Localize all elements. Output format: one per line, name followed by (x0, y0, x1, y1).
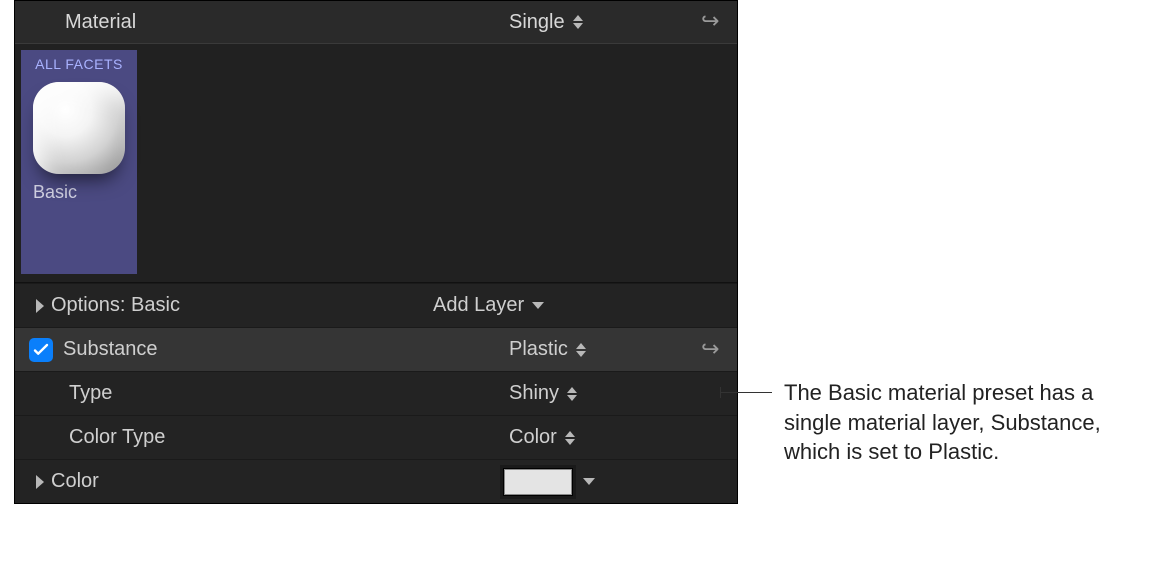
material-preset-name: Basic (21, 182, 137, 203)
material-preset-card[interactable]: ALL FACETS Basic (21, 50, 137, 274)
colortype-row: Color Type Color (15, 415, 737, 459)
options-label: Options: Basic (51, 294, 180, 317)
add-layer-button[interactable]: Add Layer (433, 294, 544, 317)
substance-enabled-checkbox[interactable] (29, 338, 53, 362)
updown-icon (576, 343, 586, 357)
material-header: Material Single ↩ (15, 1, 737, 43)
undo-icon: ↩ (701, 338, 719, 360)
material-thumbnail (33, 82, 125, 174)
chevron-down-icon (532, 302, 544, 309)
facets-label: ALL FACETS (21, 56, 137, 72)
color-menu-chevron-icon[interactable] (583, 478, 595, 485)
substance-value: Plastic (509, 338, 568, 361)
disclosure-icon[interactable] (29, 299, 51, 313)
updown-icon (565, 431, 575, 445)
colortype-label: Color Type (69, 426, 165, 449)
color-swatch[interactable] (503, 468, 573, 496)
disclosure-icon[interactable] (29, 475, 51, 489)
annotation-text: The Basic material preset has a single m… (784, 378, 1144, 467)
updown-icon (567, 387, 577, 401)
substance-label: Substance (63, 338, 158, 361)
type-popup[interactable]: Shiny (509, 382, 577, 405)
add-layer-label: Add Layer (433, 294, 524, 317)
material-inspector-panel: Material Single ↩ ALL FACETS Basic Optio… (14, 0, 738, 504)
section-title: Material (65, 11, 136, 34)
facet-mode-popup[interactable]: Single (509, 11, 583, 34)
options-row: Options: Basic Add Layer (15, 283, 737, 327)
color-label: Color (51, 470, 99, 493)
reset-substance-button[interactable]: ↩ (701, 338, 719, 362)
type-row: Type Shiny (15, 371, 737, 415)
type-value: Shiny (509, 382, 559, 405)
substance-popup[interactable]: Plastic (509, 338, 586, 361)
facet-mode-value: Single (509, 11, 565, 34)
check-icon (33, 342, 49, 358)
reset-material-button[interactable]: ↩ (701, 10, 719, 34)
material-preset-well: ALL FACETS Basic (15, 43, 737, 283)
annotation-callout: The Basic material preset has a single m… (738, 378, 1144, 467)
undo-icon: ↩ (701, 10, 719, 32)
type-label: Type (69, 382, 112, 405)
substance-row: Substance Plastic ↩ (15, 327, 737, 371)
colortype-value: Color (509, 426, 557, 449)
updown-icon (573, 15, 583, 29)
colortype-popup[interactable]: Color (509, 426, 575, 449)
color-row: Color (15, 459, 737, 503)
